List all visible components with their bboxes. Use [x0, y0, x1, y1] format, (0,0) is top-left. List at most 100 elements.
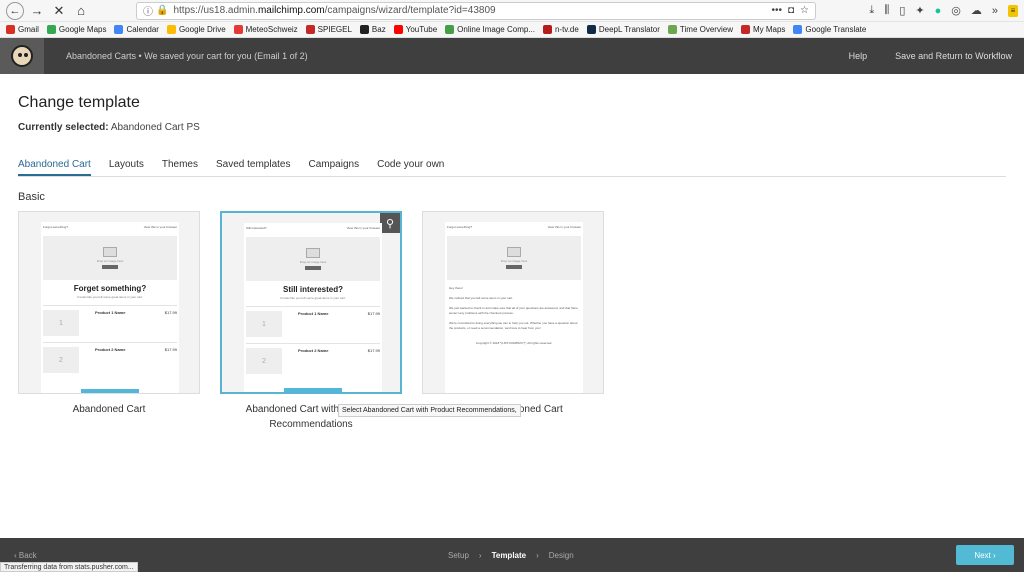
bookmark-item[interactable]: Google Translate [793, 25, 866, 34]
preview-browser-link: View this in your browser [143, 225, 177, 229]
page-actions-icon[interactable]: ••• [771, 5, 782, 16]
extension-icon[interactable]: ✦ [915, 4, 924, 17]
home-icon[interactable]: ⌂ [72, 2, 90, 20]
template-thumbnail-selected[interactable]: ⚲ Still interested? View this in your bro… [220, 211, 402, 394]
back-button[interactable]: ‹ Back [14, 551, 37, 560]
more-tools-icon[interactable]: » [992, 5, 998, 17]
sidebar-icon[interactable]: ▯ [899, 4, 905, 17]
template-thumbnail[interactable]: Forgot something? View this in your brows… [422, 211, 604, 394]
bookmark-favicon-icon [793, 25, 803, 34]
preview-cta-bar [284, 388, 342, 392]
tshirt-icon: 2 [246, 348, 282, 374]
image-placeholder: Drop an image here [447, 236, 581, 280]
back-arrow-icon[interactable]: ← [6, 1, 24, 20]
bookmark-item[interactable]: My Maps [740, 25, 785, 34]
image-placeholder-text: Drop an image here [299, 260, 327, 264]
email-preview: Forgot something? View this in your brows… [41, 222, 179, 393]
page-title: Change template [18, 94, 140, 111]
preview-body-text: Hey there! We noticed that you left some… [449, 286, 579, 346]
bookmark-item[interactable]: MeteoSchweiz [233, 25, 298, 34]
step-template[interactable]: Template [492, 551, 527, 560]
browse-button [305, 266, 321, 270]
bookmark-label: Time Overview [679, 25, 733, 34]
product-price: $17.99 [164, 347, 177, 352]
extension-icon[interactable]: ◎ [951, 4, 961, 17]
bookmark-item[interactable]: Calendar [114, 25, 159, 34]
bookmark-favicon-icon [305, 25, 315, 34]
help-link[interactable]: Help [849, 51, 868, 61]
bookmark-item[interactable]: Gmail [6, 25, 39, 34]
bookmark-item[interactable]: Google Maps [46, 25, 106, 34]
bookmark-favicon-icon [667, 25, 677, 34]
image-icon [306, 248, 320, 258]
template-name[interactable]: Abandoned Cart [18, 402, 200, 417]
tab-abandoned-cart[interactable]: Abandoned Cart [18, 159, 91, 176]
grammarly-icon[interactable]: ● [935, 5, 942, 17]
bookmark-item[interactable]: n-tv.de [542, 25, 579, 34]
bookmark-item[interactable]: SPIEGEL [305, 25, 352, 34]
wizard-footer: ‹ Back Setup › Template › Design Next › [0, 538, 1024, 572]
forward-arrow-icon[interactable]: → [28, 2, 46, 20]
bookmark-item[interactable]: YouTube [393, 25, 437, 34]
current-template: Currently selected: Abandoned Cart PS [18, 122, 200, 133]
product-price: $17.99 [367, 311, 380, 316]
body-line: We just wanted to check in and make sure… [449, 306, 578, 315]
product-name: Product 2 Name [298, 348, 329, 353]
tab-themes[interactable]: Themes [162, 159, 198, 176]
tab-saved-templates[interactable]: Saved templates [216, 159, 291, 176]
bookmark-item[interactable]: Google Drive [166, 25, 226, 34]
chevron-right-icon: › [536, 550, 539, 560]
lock-icon: 🔒 [156, 5, 169, 16]
campaign-title: Abandoned Carts • We saved your cart for… [66, 51, 308, 61]
save-return-link[interactable]: Save and Return to Workflow [895, 51, 1012, 61]
info-icon[interactable]: ⓘ [143, 3, 153, 18]
bookmark-star-icon[interactable]: ☆ [800, 5, 809, 16]
bookmark-item[interactable]: Baz [359, 25, 386, 34]
bookmark-item[interactable]: Online Image Comp... [445, 25, 535, 34]
tab-layouts[interactable]: Layouts [109, 159, 144, 176]
preview-heading: Still interested? [282, 285, 343, 294]
bookmark-favicon-icon [586, 25, 596, 34]
library-icon[interactable]: ⫼ [884, 4, 889, 17]
tab-campaigns[interactable]: Campaigns [309, 159, 360, 176]
step-design[interactable]: Design [549, 551, 574, 560]
bookmark-item[interactable]: Time Overview [667, 25, 733, 34]
template-card[interactable]: Forgot something? View this in your brows… [422, 211, 604, 432]
address-bar[interactable]: ⓘ 🔒 https://us18.admin.mailchimp.com/cam… [136, 1, 816, 20]
tshirt-icon: 2 [43, 347, 79, 373]
step-setup[interactable]: Setup [448, 551, 469, 560]
bookmark-favicon-icon [114, 25, 124, 34]
bookmark-label: DeepL Translator [598, 25, 660, 34]
product-price: $17.99 [367, 348, 380, 353]
section-title: Basic [18, 191, 45, 203]
menu-badge-icon[interactable]: ≡ [1008, 4, 1018, 17]
template-thumbnail[interactable]: Forgot something? View this in your brows… [18, 211, 200, 394]
image-placeholder-text: Drop an image here [500, 259, 528, 263]
wizard-steps: Setup › Template › Design [448, 551, 574, 560]
mailchimp-logo[interactable] [0, 38, 44, 74]
cloud-icon[interactable]: ☁ [971, 4, 982, 17]
url-text: https://us18.admin.mailchimp.com/campaig… [173, 5, 496, 16]
stop-icon[interactable]: ✕ [50, 2, 68, 20]
bookmark-favicon-icon [740, 25, 750, 34]
bookmark-label: SPIEGEL [317, 25, 352, 34]
tab-code-your-own[interactable]: Code your own [377, 159, 444, 176]
next-button[interactable]: Next › [956, 545, 1014, 565]
browse-button [506, 265, 522, 269]
template-card[interactable]: ⚲ Still interested? View this in your bro… [220, 211, 402, 432]
bookmark-label: Baz [371, 25, 386, 34]
email-preview: Forgot something? View this in your brows… [445, 222, 583, 393]
pocket-icon[interactable]: ◘ [788, 5, 794, 16]
bookmark-item[interactable]: DeepL Translator [586, 25, 660, 34]
image-icon [507, 247, 521, 257]
magnifier-icon[interactable]: ⚲ [380, 213, 400, 233]
product-row: 2 Product 2 Name $17.99 [43, 342, 177, 373]
tshirt-icon: 1 [246, 311, 282, 337]
body-line: Hey there! [449, 286, 463, 290]
bookmark-label: Calendar [126, 25, 159, 34]
bookmark-label: Google Translate [805, 25, 867, 34]
template-grid: Forgot something? View this in your brows… [18, 211, 1006, 432]
bookmark-favicon-icon [393, 25, 403, 34]
download-icon[interactable]: ⤓ [869, 4, 874, 17]
template-card[interactable]: Forgot something? View this in your brows… [18, 211, 200, 432]
